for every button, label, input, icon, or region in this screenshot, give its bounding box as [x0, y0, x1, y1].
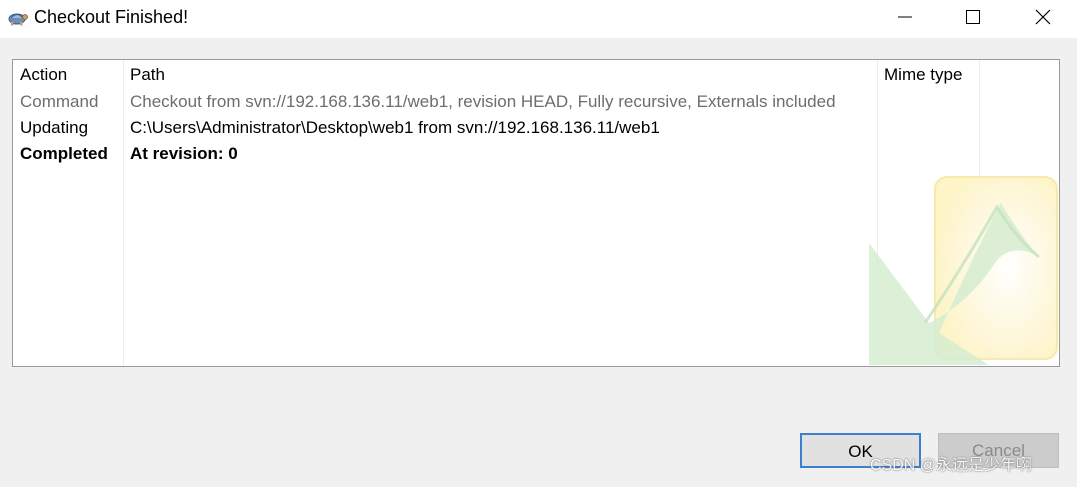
column-header-mime-type[interactable]: Mime type — [884, 64, 962, 86]
column-header-path[interactable]: Path — [130, 64, 165, 86]
maximize-button[interactable] — [950, 0, 996, 34]
close-icon — [1035, 9, 1051, 25]
progress-list[interactable]: Action Path Mime type Command Checkout f… — [12, 59, 1060, 367]
checkmark-watermark-icon — [869, 176, 1058, 365]
maximize-icon — [966, 10, 980, 24]
row-action[interactable]: Completed — [20, 143, 108, 165]
title-bar: Checkout Finished! — [0, 0, 1077, 38]
row-path[interactable]: C:\Users\Administrator\Desktop\web1 from… — [130, 117, 660, 139]
column-header-action[interactable]: Action — [20, 64, 67, 86]
close-button[interactable] — [1020, 0, 1066, 34]
row-action[interactable]: Updating — [20, 117, 88, 139]
row-path[interactable]: Checkout from svn://192.168.136.11/web1,… — [130, 91, 836, 113]
window-title: Checkout Finished! — [34, 7, 189, 27]
row-action[interactable]: Command — [20, 91, 98, 113]
tortoise-icon — [5, 6, 29, 28]
row-path[interactable]: At revision: 0 — [130, 143, 238, 165]
minimize-button[interactable] — [882, 0, 928, 34]
csdn-watermark-text: CSDN @永远是少年啊 — [870, 457, 1033, 474]
minimize-icon — [898, 16, 912, 18]
column-separator — [123, 60, 124, 366]
